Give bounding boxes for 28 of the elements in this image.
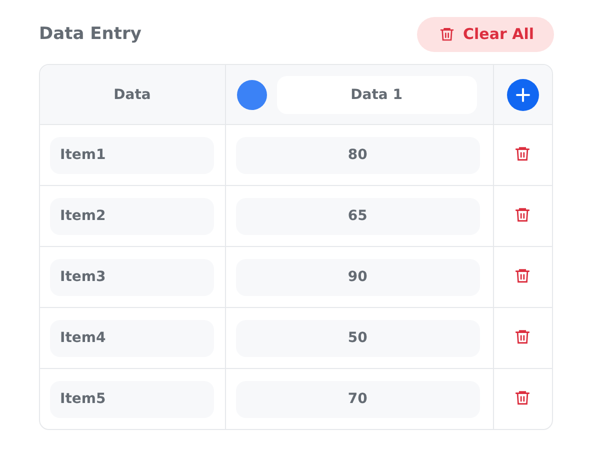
label-field[interactable]: Item2 <box>50 198 214 234</box>
delete-row-button[interactable] <box>514 206 532 222</box>
value-field[interactable]: 90 <box>236 258 480 296</box>
trash-icon <box>514 206 532 222</box>
label-field[interactable]: Item3 <box>50 258 214 296</box>
trash-icon <box>514 328 532 344</box>
clear-all-button[interactable]: Clear All <box>417 16 554 52</box>
value-field[interactable]: 70 <box>236 380 480 418</box>
delete-row-button[interactable] <box>514 144 532 162</box>
column-header: Data <box>114 86 151 102</box>
delete-row-button[interactable] <box>514 266 532 284</box>
plus-icon <box>516 88 530 102</box>
value-field[interactable]: 80 <box>236 136 480 174</box>
add-column-button[interactable] <box>506 78 539 110</box>
section-title: Data Entry <box>39 24 142 44</box>
label-field[interactable]: Item1 <box>50 136 214 174</box>
value-field[interactable]: 50 <box>236 320 480 356</box>
delete-row-button[interactable] <box>514 328 532 344</box>
trash-icon <box>514 144 532 162</box>
trash-icon <box>514 388 532 406</box>
label-field[interactable]: Item4 <box>50 320 214 356</box>
trash-icon <box>514 266 532 284</box>
color-swatch[interactable] <box>236 80 267 110</box>
value-field[interactable]: 65 <box>236 198 480 234</box>
series-name-field[interactable]: Data 1 <box>276 76 477 114</box>
label-field[interactable]: Item5 <box>50 380 214 418</box>
delete-row-button[interactable] <box>514 388 532 406</box>
trash-icon <box>439 26 456 42</box>
